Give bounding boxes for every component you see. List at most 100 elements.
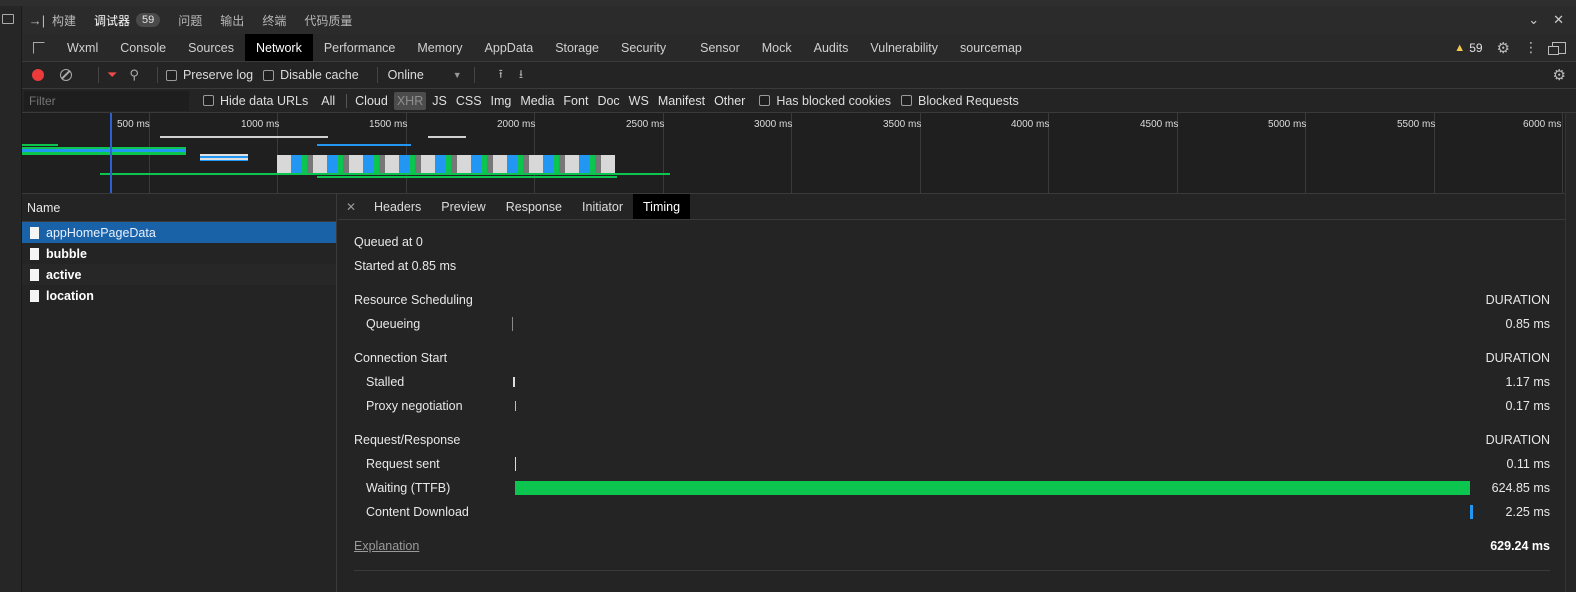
tab-preview[interactable]: Preview bbox=[431, 194, 495, 219]
overview-time-marker bbox=[110, 113, 112, 193]
export-har-icon[interactable]: ⭳ bbox=[519, 65, 523, 86]
filter-icon[interactable]: ⏷ bbox=[107, 67, 117, 83]
tick-label: 5000 ms bbox=[1268, 119, 1307, 130]
tab-appdata[interactable]: AppData bbox=[474, 34, 545, 61]
request-name: location bbox=[46, 288, 94, 303]
type-cloud[interactable]: Cloud bbox=[352, 92, 391, 110]
panel-icon[interactable] bbox=[2, 14, 14, 24]
tab-sourcemap[interactable]: sourcemap bbox=[949, 34, 1033, 61]
tab-console[interactable]: Console bbox=[109, 34, 177, 61]
throttling-select[interactable]: Online ▼ bbox=[388, 68, 466, 82]
type-font[interactable]: Font bbox=[560, 92, 591, 110]
request-row[interactable]: appHomePageData bbox=[22, 222, 336, 243]
tab-sources[interactable]: Sources bbox=[177, 34, 245, 61]
timing-label: Request sent bbox=[366, 457, 440, 471]
overview-bar bbox=[317, 144, 411, 146]
network-settings-gear-icon[interactable]: ⚙ bbox=[1553, 66, 1566, 84]
hide-data-urls-checkbox[interactable]: Hide data URLs bbox=[203, 94, 308, 108]
tab-code-quality[interactable]: 代码质量 bbox=[304, 12, 352, 29]
timing-row: Proxy negotiation 0.17 ms bbox=[354, 396, 1550, 416]
undock-icon[interactable] bbox=[1548, 41, 1566, 55]
tab-audits[interactable]: Audits bbox=[803, 34, 860, 61]
request-row[interactable]: active bbox=[22, 264, 336, 285]
type-all[interactable]: All bbox=[318, 92, 338, 110]
tab-security[interactable]: Security bbox=[610, 34, 677, 61]
filter-input[interactable] bbox=[24, 90, 189, 111]
timing-track bbox=[512, 457, 1468, 471]
tab-build[interactable]: 构建 bbox=[52, 12, 76, 29]
type-xhr[interactable]: XHR bbox=[393, 91, 427, 110]
type-ws[interactable]: WS bbox=[626, 92, 652, 110]
tab-memory[interactable]: Memory bbox=[406, 34, 473, 61]
type-manifest[interactable]: Manifest bbox=[655, 92, 708, 110]
more-options-icon[interactable]: ⋮ bbox=[1524, 39, 1538, 56]
checkbox[interactable] bbox=[759, 95, 771, 106]
vertical-scrollbar[interactable] bbox=[1565, 113, 1576, 592]
blocked-requests-checkbox[interactable]: Blocked Requests bbox=[900, 93, 1019, 108]
inspect-element-icon[interactable] bbox=[22, 34, 56, 61]
type-media[interactable]: Media bbox=[517, 92, 557, 110]
tab-debugger[interactable]: 调试器 59 bbox=[94, 12, 161, 29]
tab-label: 构建 bbox=[52, 13, 77, 28]
collapse-icon[interactable]: →| bbox=[22, 13, 52, 28]
timing-row: Content Download 2.25 ms bbox=[354, 502, 1550, 522]
type-css[interactable]: CSS bbox=[453, 92, 485, 110]
tab-mock[interactable]: Mock bbox=[751, 34, 803, 61]
checkbox-label: Preserve log bbox=[182, 68, 254, 82]
duration-label: DURATION bbox=[1485, 351, 1550, 365]
tab-vulnerability[interactable]: Vulnerability bbox=[859, 34, 949, 61]
warnings-count: 59 bbox=[1469, 40, 1483, 55]
network-overview[interactable]: 500 ms 1000 ms 1500 ms 2000 ms 2500 ms 3… bbox=[22, 113, 1565, 194]
tab-terminal[interactable]: 终端 bbox=[262, 12, 286, 29]
type-js[interactable]: JS bbox=[429, 92, 450, 110]
type-img[interactable]: Img bbox=[488, 92, 515, 110]
close-icon[interactable]: ✕ bbox=[1553, 12, 1564, 28]
request-row[interactable]: bubble bbox=[22, 243, 336, 264]
waiting-ttfb-bar bbox=[515, 481, 1470, 495]
type-doc[interactable]: Doc bbox=[594, 92, 622, 110]
overview-bar bbox=[100, 173, 670, 175]
chevron-down-icon[interactable]: ⌄ bbox=[1528, 12, 1539, 28]
tab-initiator[interactable]: Initiator bbox=[572, 194, 633, 219]
settings-gear-icon[interactable]: ⚙ bbox=[1497, 39, 1510, 57]
divider bbox=[473, 67, 475, 83]
warning-icon: ▲ bbox=[1454, 41, 1466, 54]
request-row[interactable]: location bbox=[22, 285, 336, 306]
import-har-icon[interactable]: ⭱ bbox=[499, 65, 503, 86]
tab-timing[interactable]: Timing bbox=[633, 194, 691, 219]
tab-sensor[interactable]: Sensor bbox=[689, 34, 751, 61]
type-other[interactable]: Other bbox=[711, 92, 748, 110]
has-blocked-cookies-checkbox[interactable]: Has blocked cookies bbox=[759, 94, 891, 108]
checkbox[interactable] bbox=[900, 95, 912, 106]
preserve-log-checkbox[interactable]: Preserve log bbox=[165, 68, 254, 82]
explanation-link[interactable]: Explanation bbox=[354, 539, 419, 553]
divider bbox=[346, 93, 348, 108]
tab-output[interactable]: 输出 bbox=[220, 12, 244, 29]
checkbox-label: Blocked Requests bbox=[917, 93, 1019, 108]
clear-icon[interactable] bbox=[60, 69, 72, 81]
search-icon[interactable]: ⚲ bbox=[129, 67, 139, 83]
section-title: Request/Response bbox=[354, 433, 461, 447]
tab-problems[interactable]: 问题 bbox=[178, 12, 202, 29]
section-title: Resource Scheduling bbox=[354, 293, 473, 307]
record-button[interactable] bbox=[32, 69, 44, 81]
close-icon[interactable]: ✕ bbox=[338, 194, 364, 219]
name-column-header[interactable]: Name bbox=[22, 194, 336, 222]
tab-storage[interactable]: Storage bbox=[544, 34, 610, 61]
file-icon bbox=[30, 268, 39, 281]
tab-response[interactable]: Response bbox=[496, 194, 572, 219]
tab-performance[interactable]: Performance bbox=[313, 34, 407, 61]
checkbox[interactable] bbox=[165, 69, 177, 81]
checkbox[interactable] bbox=[263, 69, 275, 81]
warnings-counter[interactable]: ▲ 59 bbox=[1454, 41, 1482, 55]
disable-cache-checkbox[interactable]: Disable cache bbox=[263, 68, 359, 82]
tab-network[interactable]: Network bbox=[244, 34, 313, 61]
tab-label: 调试器 bbox=[94, 13, 131, 28]
content-download-bar bbox=[1470, 505, 1473, 519]
timing-duration: 2.25 ms bbox=[1505, 505, 1550, 519]
timing-duration: 0.11 ms bbox=[1506, 457, 1550, 471]
checkbox[interactable] bbox=[203, 95, 214, 106]
tab-headers[interactable]: Headers bbox=[364, 194, 431, 219]
tab-wxml[interactable]: Wxml bbox=[56, 34, 109, 61]
tick-label: 1500 ms bbox=[369, 119, 408, 130]
